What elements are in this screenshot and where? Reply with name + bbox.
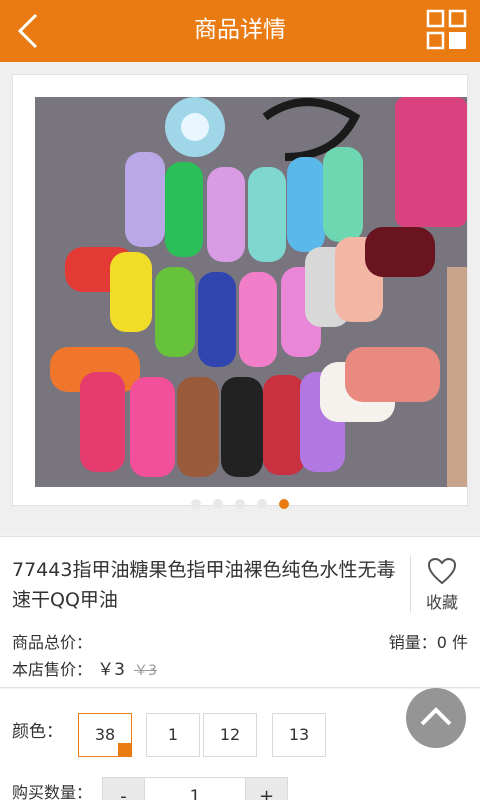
color-option-label: 12: [219, 725, 241, 744]
carousel-dot-active[interactable]: [279, 499, 289, 509]
carousel-dot[interactable]: [191, 499, 201, 509]
carousel-dot[interactable]: [235, 499, 245, 509]
color-option-label: 38: [94, 725, 116, 744]
total-price-label: 商品总价：: [12, 633, 93, 652]
product-image[interactable]: [35, 97, 467, 487]
color-option[interactable]: 1: [146, 713, 200, 757]
page-title: 商品详情: [194, 17, 286, 43]
store-price: ￥3: [97, 660, 125, 680]
color-option[interactable]: 12: [203, 713, 257, 757]
color-option-label: 13: [288, 725, 310, 744]
product-info: 77443指甲油糖果色指甲油裸色纯色水性无毒速干QQ甲油 收藏 商品总价： 销量…: [0, 536, 480, 688]
color-option-label: 1: [167, 725, 179, 744]
image-frame: [12, 74, 468, 506]
image-gallery[interactable]: [0, 62, 480, 534]
menu-button[interactable]: [426, 9, 470, 53]
heart-icon: [427, 557, 457, 585]
color-option[interactable]: 13: [272, 713, 326, 757]
store-price-row: 本店售价： ￥3 ￥3: [12, 655, 157, 680]
scroll-top-button[interactable]: [406, 688, 466, 748]
product-name: 77443指甲油糖果色指甲油裸色纯色水性无毒速干QQ甲油: [12, 559, 396, 611]
quantity-input[interactable]: 1: [145, 778, 245, 800]
check-icon: [118, 743, 132, 767]
header-bar: 商品详情: [0, 0, 480, 62]
favorite-button[interactable]: 收藏: [412, 553, 472, 617]
original-price: ￥3: [134, 663, 157, 679]
color-label: 颜色：: [12, 722, 63, 742]
carousel-dot[interactable]: [257, 499, 267, 509]
increment-button[interactable]: +: [245, 778, 287, 800]
store-price-label: 本店售价：: [12, 660, 93, 679]
divider: [410, 555, 411, 613]
sales-count: 销量：0 件: [388, 633, 468, 652]
chevron-up-icon: [420, 707, 452, 726]
decrement-button[interactable]: -: [103, 778, 145, 800]
quantity-stepper: - 1 +: [102, 777, 288, 800]
carousel-dots: [0, 499, 480, 509]
quantity-label: 购买数量：: [12, 783, 93, 800]
grid-menu-icon: [426, 9, 467, 50]
carousel-dot[interactable]: [213, 499, 223, 509]
favorite-label: 收藏: [425, 593, 458, 612]
color-option-selected[interactable]: 38: [78, 713, 132, 767]
